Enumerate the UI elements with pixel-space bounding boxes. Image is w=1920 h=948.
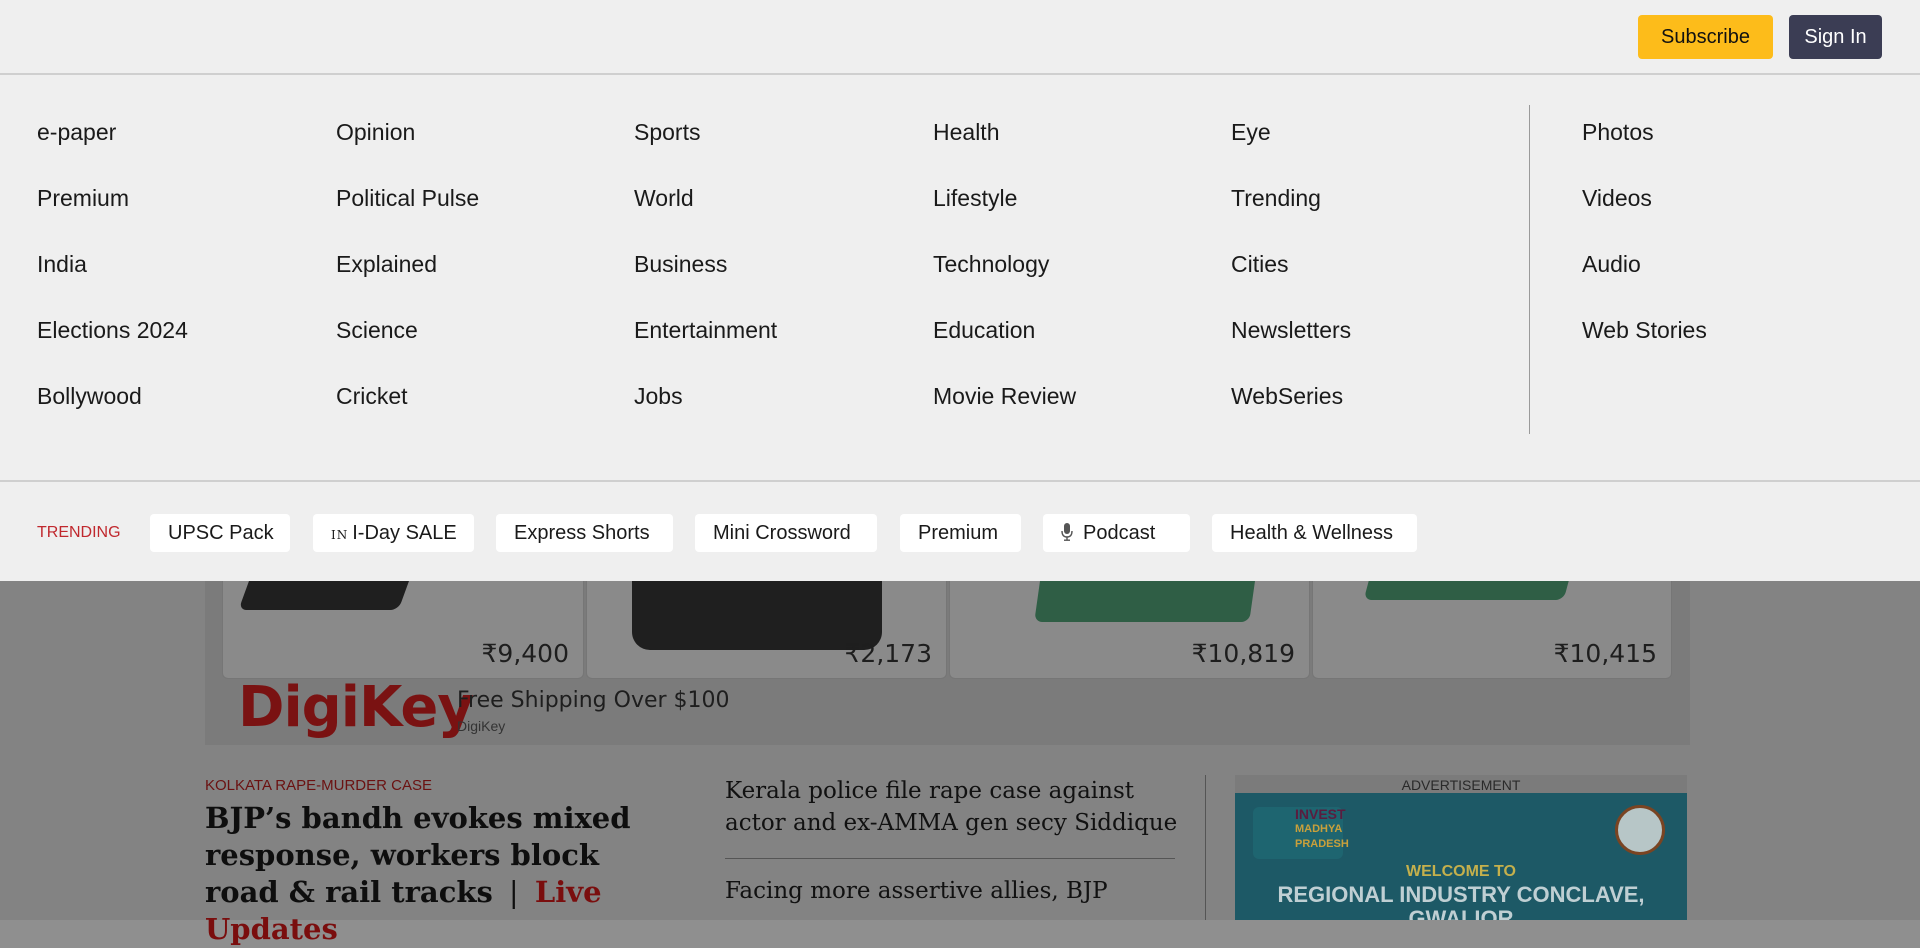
menu-item-world[interactable]: World (634, 183, 777, 249)
product-price: ₹9,400 (481, 639, 569, 668)
menu-item-premium[interactable]: Premium (37, 183, 188, 249)
menu-item-e-paper[interactable]: e-paper (37, 117, 188, 183)
trending-pill-upsc-pack[interactable]: UPSC Pack (150, 514, 290, 552)
invest-mp-logo-text: INVEST MADHYA PRADESH (1295, 806, 1349, 851)
menu-item-education[interactable]: Education (933, 315, 1076, 381)
menu-item-photos[interactable]: Photos (1582, 117, 1707, 183)
menu-item-elections[interactable]: Elections 2024 (37, 315, 188, 381)
menu-item-audio[interactable]: Audio (1582, 249, 1707, 315)
menu-item-health[interactable]: Health (933, 117, 1076, 183)
advert-title: REGIONAL INDUSTRY CONCLAVE, GWALIOR (1277, 882, 1645, 921)
trending-pill-health-wellness[interactable]: Health & Wellness (1212, 514, 1417, 552)
menu-item-videos[interactable]: Videos (1582, 183, 1707, 249)
menu-item-technology[interactable]: Technology (933, 249, 1076, 315)
trending-bar: TRENDING UPSC Pack IN I-Day SALE Express … (0, 482, 1920, 581)
trending-pill-express-shorts[interactable]: Express Shorts (496, 514, 673, 552)
menu-column: Health Lifestyle Technology Education Mo… (933, 117, 1076, 447)
advertisement[interactable]: ADVERTISEMENT INVEST MADHYA PRADESH WELC… (1235, 775, 1687, 920)
product-price: ₹10,819 (1191, 639, 1295, 668)
menu-item-newsletters[interactable]: Newsletters (1231, 315, 1351, 381)
mega-menu: e-paper Premium India Elections 2024 Bol… (0, 75, 1920, 482)
menu-column: Sports World Business Entertainment Jobs (634, 117, 777, 447)
sign-in-button[interactable]: Sign In (1789, 15, 1882, 59)
government-emblem-icon (1615, 805, 1665, 855)
story-headline[interactable]: BJP’s bandh evokes mixed response, worke… (205, 800, 675, 948)
side-story[interactable]: Kerala police file rape case against act… (725, 775, 1180, 839)
menu-item-india[interactable]: India (37, 249, 188, 315)
ad-advertiser: DigiKey (457, 718, 506, 734)
menu-item-political-pulse[interactable]: Political Pulse (336, 183, 479, 249)
trending-pill-premium[interactable]: Premium (900, 514, 1021, 552)
menu-column-media: Photos Videos Audio Web Stories (1582, 117, 1707, 381)
trending-pill-mini-crossword[interactable]: Mini Crossword (695, 514, 877, 552)
menu-item-lifestyle[interactable]: Lifestyle (933, 183, 1076, 249)
menu-item-opinion[interactable]: Opinion (336, 117, 479, 183)
menu-item-web-stories[interactable]: Web Stories (1582, 315, 1707, 381)
menu-item-explained[interactable]: Explained (336, 249, 479, 315)
in-badge-icon: IN (331, 528, 349, 542)
menu-item-bollywood[interactable]: Bollywood (37, 381, 188, 447)
menu-item-business[interactable]: Business (634, 249, 777, 315)
digikey-logo[interactable]: DigiKey (238, 680, 474, 736)
menu-item-science[interactable]: Science (336, 315, 479, 381)
menu-item-movie-review[interactable]: Movie Review (933, 381, 1076, 447)
advert-welcome: WELCOME TO (1406, 863, 1516, 880)
menu-item-entertainment[interactable]: Entertainment (634, 315, 777, 381)
product-price: ₹2,173 (844, 639, 932, 668)
menu-item-webseries[interactable]: WebSeries (1231, 381, 1351, 447)
menu-item-eye[interactable]: Eye (1231, 117, 1351, 183)
divider (725, 858, 1175, 859)
menu-item-trending[interactable]: Trending (1231, 183, 1351, 249)
subscribe-button[interactable]: Subscribe (1638, 15, 1773, 59)
microphone-icon (1061, 523, 1073, 541)
menu-item-sports[interactable]: Sports (634, 117, 777, 183)
menu-column: e-paper Premium India Elections 2024 Bol… (37, 117, 188, 447)
menu-item-cricket[interactable]: Cricket (336, 381, 479, 447)
top-header: Subscribe Sign In (0, 0, 1920, 75)
trending-pill-podcast[interactable]: Podcast (1043, 514, 1190, 552)
menu-column: Opinion Political Pulse Explained Scienc… (336, 117, 479, 447)
menu-item-jobs[interactable]: Jobs (634, 381, 777, 447)
advertisement-label: ADVERTISEMENT (1401, 777, 1521, 793)
column-divider (1205, 775, 1206, 920)
trending-label: TRENDING (37, 524, 121, 541)
product-price: ₹10,415 (1553, 639, 1657, 668)
menu-column: Eye Trending Cities Newsletters WebSerie… (1231, 117, 1351, 447)
ad-tagline[interactable]: Free Shipping Over $100 (457, 688, 730, 713)
side-story[interactable]: Facing more assertive allies, BJP (725, 875, 1180, 907)
menu-divider (1529, 105, 1530, 434)
advertisement-banner[interactable]: INVEST MADHYA PRADESH WELCOME TO REGIONA… (1235, 793, 1687, 920)
trending-pill-iday-sale[interactable]: IN I-Day SALE (313, 514, 474, 552)
menu-item-cities[interactable]: Cities (1231, 249, 1351, 315)
headline-separator: | (508, 875, 519, 909)
story-kicker[interactable]: KOLKATA RAPE-MURDER CASE (205, 777, 432, 794)
